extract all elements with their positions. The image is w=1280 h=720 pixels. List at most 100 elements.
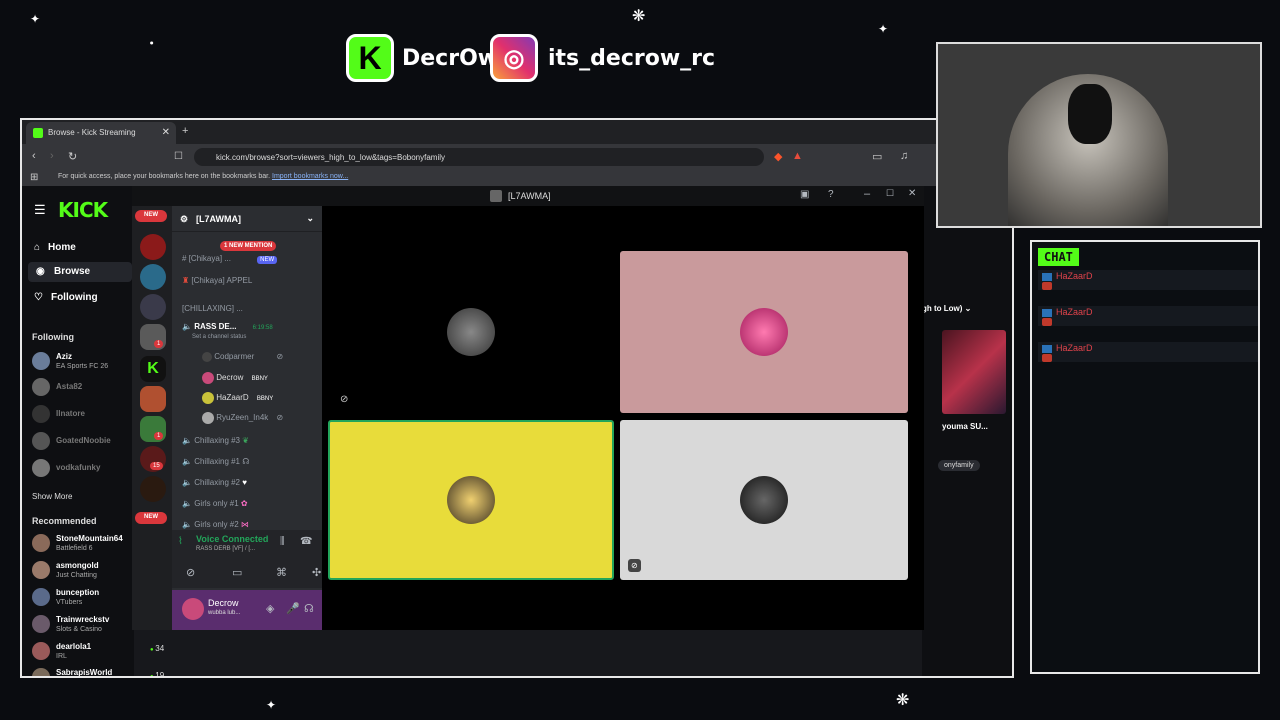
sparkle-icon: ❋ [896, 690, 910, 709]
game-controller-icon[interactable]: ◈ [266, 602, 274, 615]
microphone-icon[interactable]: 🎤 [286, 602, 300, 615]
participant-tile[interactable] [620, 251, 908, 413]
server-header[interactable]: ⚙ [L7AWMA] ⌄ [172, 206, 322, 232]
stream-thumbnail[interactable] [942, 330, 1006, 414]
voice-channel[interactable]: 🔈 Chillaxing #3 ❦ [182, 436, 249, 445]
recommended-item[interactable]: Trainwreckstv Slots & Casino [32, 613, 132, 637]
discord-window: [L7AWMA] ▣ ? – ☐ ✕ NEW 1 K 1 15 NEW ⚙ [L… [132, 186, 924, 630]
soundboard-icon[interactable]: ✣ [312, 566, 321, 579]
maximize-icon[interactable]: ☐ [886, 188, 894, 199]
close-icon[interactable]: ✕ [908, 188, 916, 199]
channel-name: dearlola1 [56, 642, 92, 651]
channel-name: bunception [56, 588, 100, 597]
activity-icon[interactable]: ⌘ [276, 566, 287, 579]
avatar[interactable] [182, 598, 204, 620]
user-tag: BBNY [251, 376, 268, 383]
nav-following[interactable]: ♡ Following [34, 292, 98, 303]
browser-tab[interactable]: Browse - Kick Streaming ✕ [26, 122, 176, 144]
noise-suppression-icon[interactable]: ⫼ [280, 536, 285, 547]
channel-name: Ilnatore [56, 409, 85, 418]
new-mention-badge[interactable]: 1 NEW MENTION [220, 241, 277, 251]
screen-share-icon[interactable]: ▭ [232, 566, 242, 579]
voice-channel[interactable]: 🔈 Chillaxing #1 ☊ [182, 457, 249, 466]
participant-tile-speaking[interactable] [328, 420, 614, 580]
channel-item[interactable]: # [Chikaya] ... NEW [182, 254, 278, 264]
address-bar[interactable]: kick.com/browse?sort=viewers_high_to_low… [194, 148, 764, 166]
help-icon[interactable]: ? [828, 189, 834, 200]
camera-off-icon[interactable]: ⊘ [186, 566, 195, 579]
import-bookmarks-link[interactable]: Import bookmarks now... [272, 173, 348, 180]
voice-channel[interactable]: 🔈 Girls only #1 ✿ [182, 499, 248, 508]
server-icon[interactable] [140, 476, 166, 502]
server-icon[interactable] [140, 264, 166, 290]
following-item[interactable]: vodkafunky [32, 457, 132, 481]
kick-server-icon[interactable]: K [140, 356, 166, 382]
server-icon[interactable] [140, 386, 166, 412]
viewer-count: 34 [150, 644, 164, 653]
menu-icon[interactable]: ☰ [34, 202, 46, 218]
reload-icon[interactable]: ↻ [68, 150, 77, 163]
channel-name: vodkafunky [56, 463, 101, 472]
channel-status[interactable]: Set a channel status [192, 334, 246, 340]
nav-browse[interactable]: ◉ Browse [28, 262, 132, 282]
recommended-item[interactable]: bunception VTubers [32, 586, 132, 610]
sort-dropdown[interactable]: gh to Low) ⌄ [922, 304, 971, 313]
voice-user[interactable]: RyuZeen_In4k ⊘ [202, 412, 283, 424]
headphones-icon[interactable]: ☊ [304, 602, 314, 615]
brave-rewards-icon[interactable]: ▲ [792, 150, 803, 162]
participant-tile[interactable]: ⊘ [620, 420, 908, 580]
voice-channel-active[interactable]: 🔈 RASS DE... 6:19:58 [182, 322, 273, 331]
participant-avatar [447, 476, 495, 524]
channel-item[interactable]: ♜ [Chikaya] APPEL [182, 276, 252, 285]
muted-icon: ⊘ [276, 413, 284, 423]
back-icon[interactable]: ‹ [32, 150, 36, 162]
show-more-link[interactable]: Show More [32, 492, 72, 501]
server-icon[interactable] [140, 294, 166, 320]
inbox-icon[interactable]: ▣ [800, 189, 809, 200]
toolbar: ‹ › ↻ ☐ kick.com/browse?sort=viewers_hig… [22, 144, 1012, 170]
voice-user[interactable]: Decrow BBNY [202, 372, 268, 384]
recommended-item[interactable]: SabrapisWorld [32, 666, 132, 676]
stream-title[interactable]: youma SU... [942, 422, 988, 431]
channel-label: [Chikaya] APPEL [191, 276, 253, 285]
chevron-down-icon: ⌄ [306, 213, 314, 223]
new-tab-icon[interactable]: + [182, 125, 188, 137]
recommended-item[interactable]: asmongold Just Chatting [32, 559, 132, 583]
new-pill[interactable]: NEW [135, 210, 167, 222]
following-item[interactable]: Asta82 [32, 376, 132, 400]
emote-icon [1042, 282, 1052, 290]
category-item[interactable]: [CHILLAXING] ... [182, 304, 243, 313]
forward-icon[interactable]: › [50, 150, 54, 162]
stream-tag[interactable]: onyfamily [938, 460, 980, 471]
voice-channel[interactable]: 🔈 Chillaxing #2 ♥ [182, 478, 247, 487]
disconnect-icon[interactable]: ☎ [300, 536, 312, 547]
compass-icon: ◉ [36, 266, 45, 277]
viewer-count: 19 [150, 671, 164, 676]
voice-user[interactable]: Codparmer ⊘ [202, 352, 283, 362]
voice-channel[interactable]: 🔈 Girls only #2 ⋈ [182, 520, 249, 529]
recommended-item[interactable]: dearlola1 IRL [32, 640, 132, 664]
following-item[interactable]: GoatedNoobie [32, 430, 132, 454]
server-icon[interactable] [140, 234, 166, 260]
apps-grid-icon[interactable]: ⊞ [30, 172, 38, 183]
muted-icon: ⊘ [340, 394, 349, 405]
nav-home[interactable]: ⌂ Home [34, 242, 76, 253]
bookmark-icon[interactable]: ☐ [174, 151, 183, 162]
channel-name: Asta82 [56, 382, 83, 391]
following-item[interactable]: Aziz EA Sports FC 26 [32, 350, 132, 374]
recommended-item[interactable]: StoneMountain64 Battlefield 6 [32, 532, 132, 556]
participant-tile[interactable]: ⊘ [328, 251, 614, 413]
minimize-icon[interactable]: – [864, 188, 870, 200]
voice-channel-name[interactable]: RASS DERB [VF] / [... [196, 546, 255, 552]
media-icon[interactable]: ♫ [900, 150, 908, 162]
nav-browse-label: Browse [54, 266, 91, 277]
close-tab-icon[interactable]: ✕ [162, 127, 170, 138]
voice-user[interactable]: HaZaarD BBNY [202, 392, 273, 404]
brave-shield-icon[interactable]: ◆ [774, 150, 782, 163]
kick-logo[interactable]: KICK [58, 198, 108, 222]
sidebar-icon[interactable]: ▭ [872, 150, 882, 163]
following-item[interactable]: Ilnatore [32, 403, 132, 427]
category-label: [CHILLAXING] ... [182, 304, 243, 313]
avatar [32, 459, 50, 477]
new-pill[interactable]: NEW [135, 512, 167, 524]
